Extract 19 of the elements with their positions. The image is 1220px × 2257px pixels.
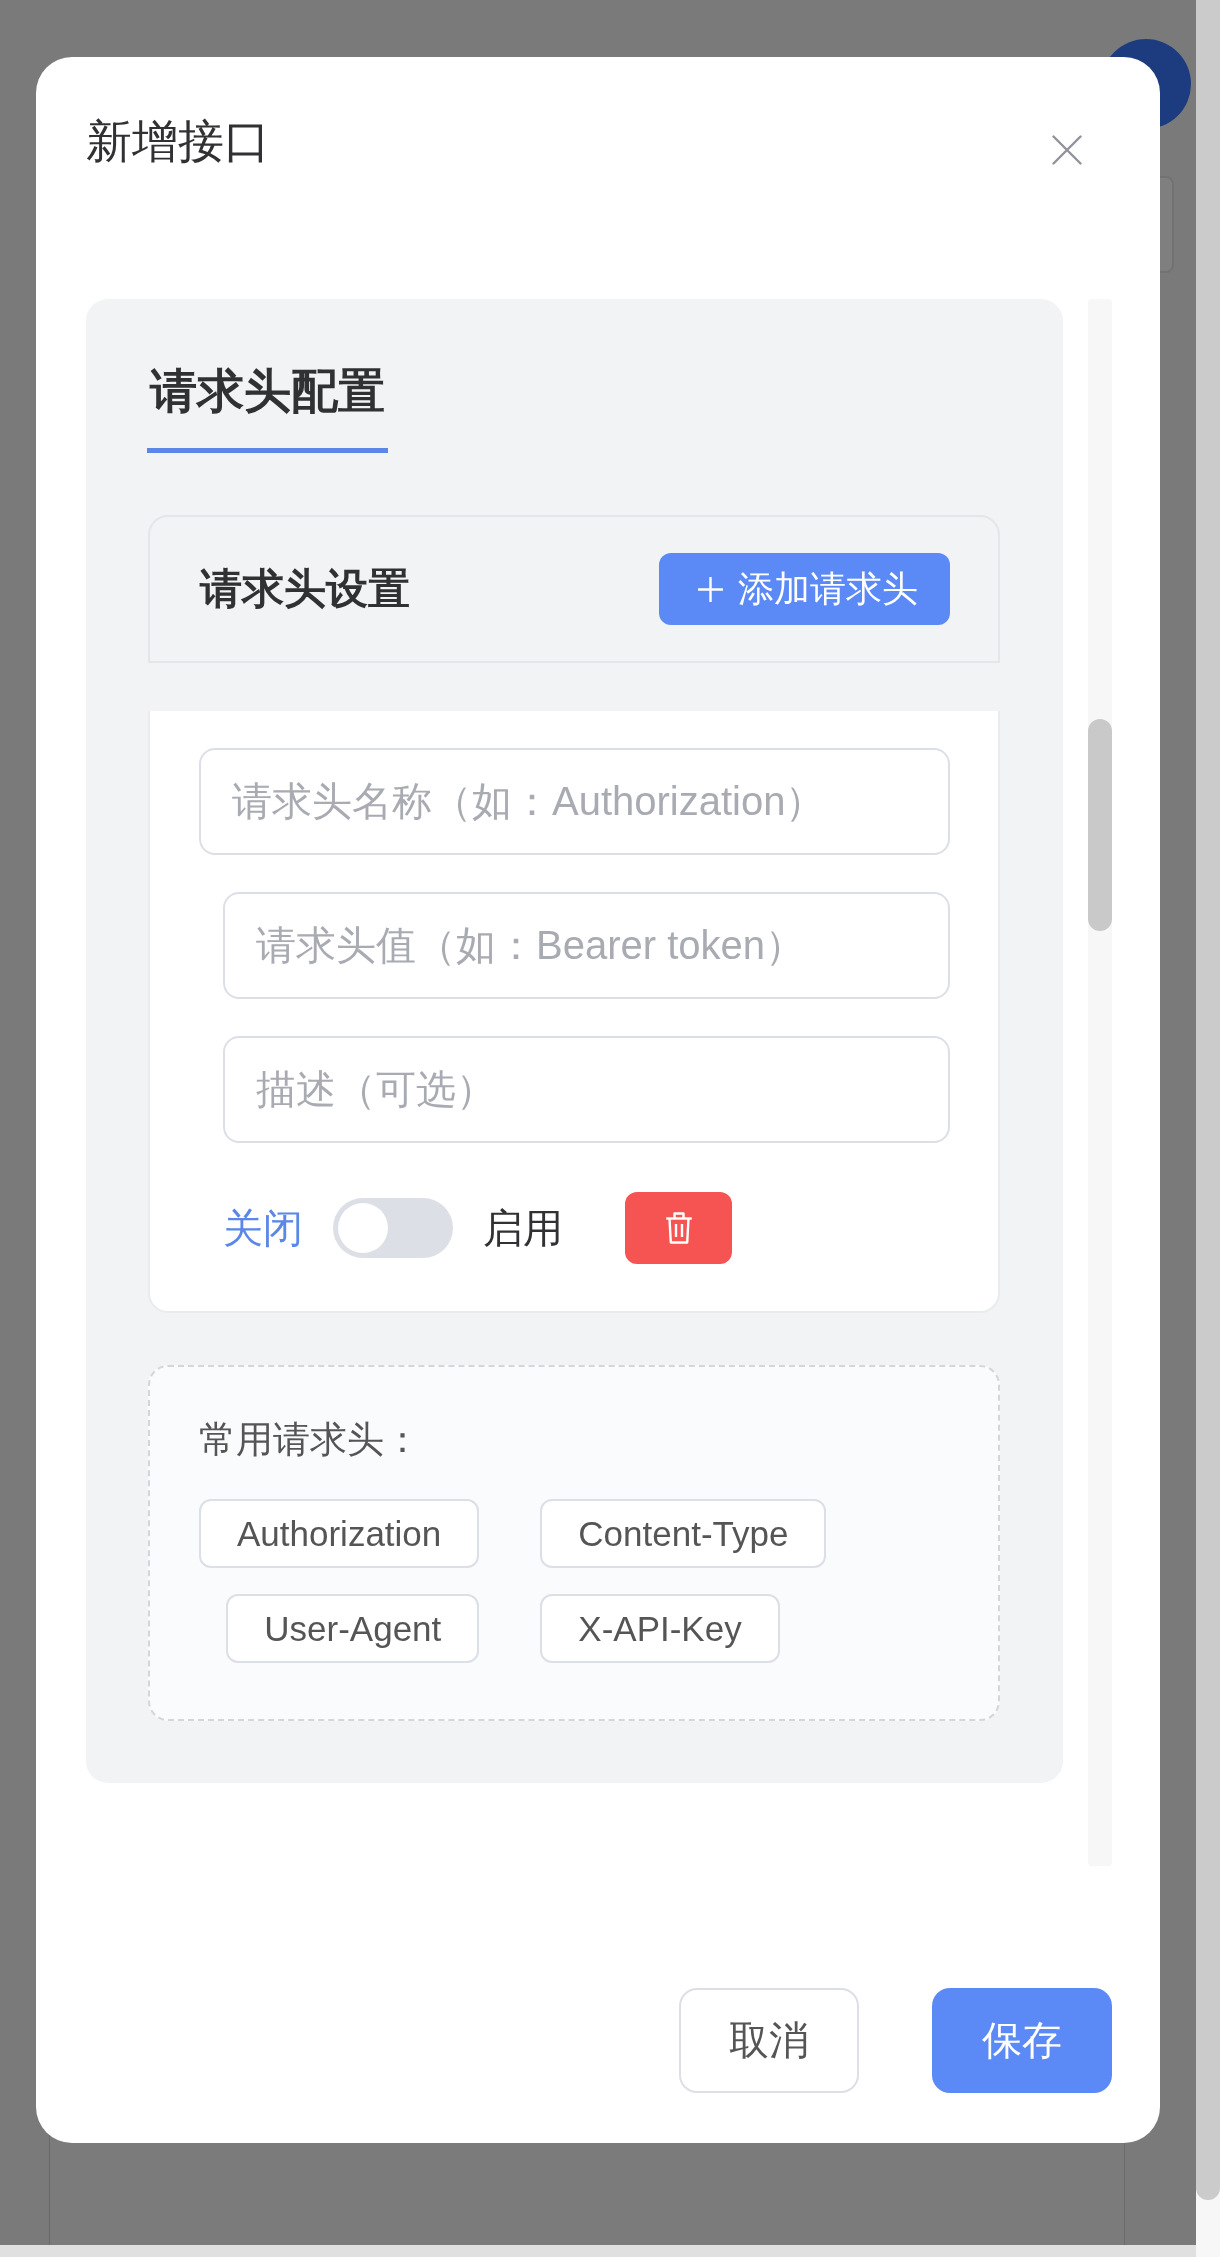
cancel-button[interactable]: 取消 xyxy=(679,1988,859,2093)
header-tag[interactable]: X-API-Key xyxy=(540,1594,780,1663)
delete-button[interactable] xyxy=(625,1192,732,1264)
dialog-title: 新增接口 xyxy=(86,114,270,169)
scrollbar-thumb[interactable] xyxy=(1088,719,1112,931)
switch-label[interactable]: 启用 xyxy=(483,1202,563,1254)
header-tag[interactable]: Content-Type xyxy=(540,1499,827,1568)
toggle-switch[interactable] xyxy=(333,1198,453,1258)
trash-icon xyxy=(664,1212,693,1244)
header-tag[interactable]: Authorization xyxy=(199,1499,480,1568)
header-tag[interactable]: User-Agent xyxy=(226,1594,480,1663)
tab[interactable]: 请求头配置 xyxy=(147,361,388,453)
input-field[interactable]: 请求头名称（如：Authorization） xyxy=(199,748,950,855)
plus-icon xyxy=(697,575,724,603)
close-icon[interactable] xyxy=(1052,135,1082,165)
input-field[interactable]: 请求头值（如：Bearer token） xyxy=(223,892,950,999)
section-title: 请求头设置 xyxy=(200,564,410,614)
common-headers-label: 常用请求头： xyxy=(199,1418,422,1462)
input-field[interactable]: 描述（可选） xyxy=(223,1036,950,1143)
